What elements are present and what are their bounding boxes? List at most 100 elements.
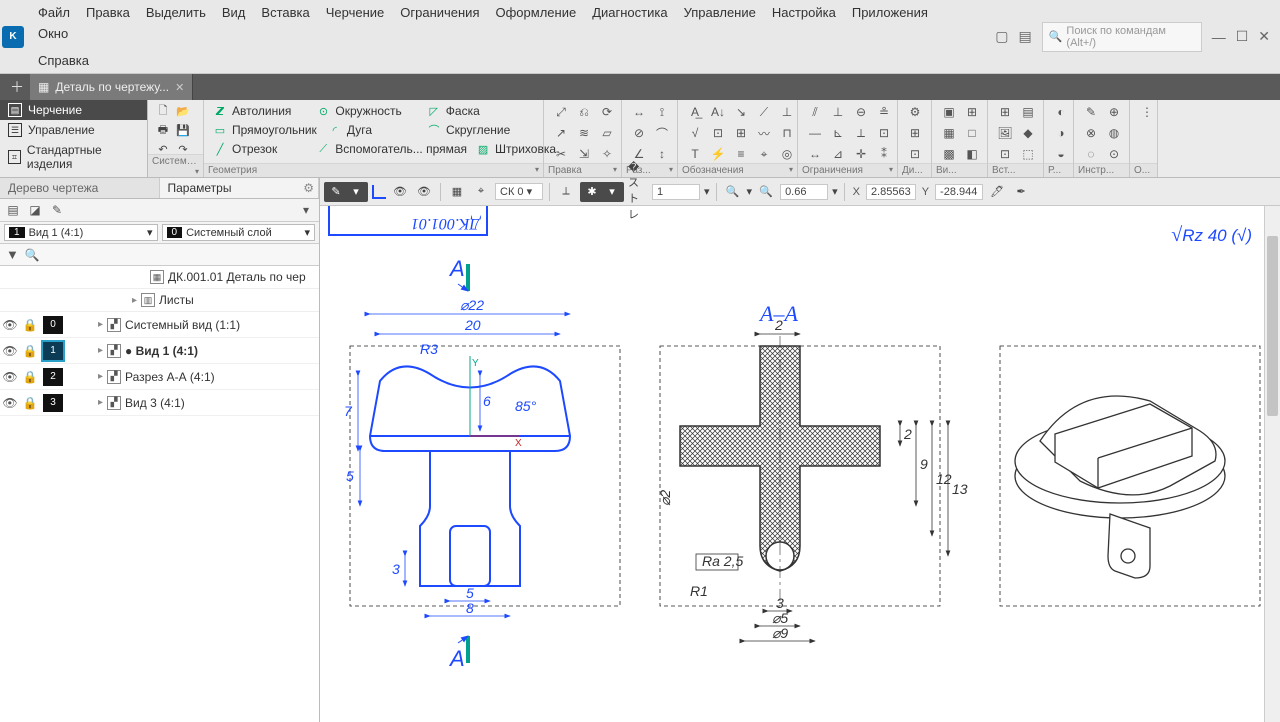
tool-icon[interactable]: ⊗ xyxy=(1080,123,1102,143)
layout2-icon[interactable]: ▤ xyxy=(1018,28,1031,45)
tool-icon[interactable]: 👁 xyxy=(390,182,410,202)
tool-icon[interactable]: ◌ xyxy=(1080,144,1102,164)
tool-icon[interactable]: 🖼 xyxy=(994,123,1016,143)
lock-icon[interactable]: 🔒 xyxy=(20,344,40,358)
tool-icon[interactable]: ≗ xyxy=(873,102,895,122)
expand-icon[interactable]: ▸ xyxy=(98,371,103,382)
expand-icon[interactable]: ▸ xyxy=(98,319,103,330)
zoom-fit-icon[interactable]: 🔍 xyxy=(723,182,743,202)
menu-help[interactable]: Справка xyxy=(30,50,97,71)
tool-icon[interactable]: ⊙ xyxy=(1103,144,1125,164)
lock-icon[interactable]: 🔒 xyxy=(20,370,40,384)
coord-system-select[interactable]: СК 0 ▾ xyxy=(495,183,543,200)
zoom-value[interactable]: 0.66 xyxy=(780,184,828,200)
tool-icon[interactable]: А↓ xyxy=(707,102,729,122)
tool-icon[interactable]: ⊡ xyxy=(873,123,895,143)
prop-icon[interactable]: ▾ xyxy=(297,201,315,219)
tool-icon[interactable]: ↔ xyxy=(804,144,826,164)
tool-icon[interactable]: ⊞ xyxy=(961,102,983,122)
tool-icon[interactable]: ⊥ xyxy=(776,102,798,122)
tool-icon[interactable]: ⋮ xyxy=(1136,102,1158,122)
tool-icon[interactable]: ◑ xyxy=(1050,123,1072,143)
menu-manage[interactable]: Управление xyxy=(676,2,764,23)
tool-icon[interactable]: ↗ xyxy=(550,123,572,143)
tool-icon[interactable]: 👁 xyxy=(414,182,434,202)
visibility-icon[interactable]: 👁 xyxy=(0,344,20,358)
grid-icon[interactable]: ▦ xyxy=(447,182,467,202)
gear-icon[interactable]: ⚙ xyxy=(303,181,314,195)
tool-icon[interactable]: ⟟ xyxy=(651,102,673,122)
menu-diagnostics[interactable]: Диагностика xyxy=(584,2,675,23)
tool-icon[interactable]: ⟂ xyxy=(850,123,872,143)
ortho-icon[interactable]: ⟂ xyxy=(556,182,576,202)
tool-icon[interactable]: ≋ xyxy=(573,123,595,143)
tree-root[interactable]: ▦ДК.001.01 Деталь по чер xyxy=(0,266,319,289)
close-button[interactable]: ✕ xyxy=(1258,28,1270,45)
tool-icon[interactable]: 〰 xyxy=(753,123,775,143)
tab-close-icon[interactable]: ✕ xyxy=(175,81,184,94)
new-file-button[interactable]: 🗋 xyxy=(154,102,172,120)
tool-icon[interactable]: А̲ xyxy=(684,102,706,122)
tool-icon[interactable]: ⁑ xyxy=(873,144,895,164)
tool-icon[interactable]: ⊕ xyxy=(1103,102,1125,122)
lock-icon[interactable]: 🔒 xyxy=(20,396,40,410)
tool-icon[interactable]: ✂ xyxy=(550,144,572,164)
drawing-canvas[interactable]: ДК.001.01 √Rz 40 (√) А xyxy=(320,206,1280,722)
tool-icon[interactable]: √ xyxy=(684,123,706,143)
tool-icon[interactable]: ⊡ xyxy=(904,144,926,164)
tool-icon[interactable]: ⟋ xyxy=(753,102,775,122)
menu-edit[interactable]: Правка xyxy=(78,2,138,23)
tool-icon[interactable]: ✎ xyxy=(1080,102,1102,122)
activity-drawing[interactable]: ▤Черчение xyxy=(0,100,147,120)
snap-mode[interactable]: ✱▾ xyxy=(580,182,624,202)
step-icon[interactable]: �ストレ xyxy=(628,182,648,202)
menu-view[interactable]: Вид xyxy=(214,2,254,23)
tool-icon[interactable]: ⇲ xyxy=(573,144,595,164)
tool-icon[interactable]: ⬚ xyxy=(1017,144,1039,164)
rect-button[interactable]: ▭Прямоугольник xyxy=(210,121,319,139)
arc-button[interactable]: ◜Дуга xyxy=(325,121,374,139)
tool-icon[interactable]: ✒ xyxy=(1011,182,1031,202)
panel-tab-params[interactable]: Параметры⚙ xyxy=(160,178,320,198)
menu-window[interactable]: Окно xyxy=(30,23,76,44)
filter-icon[interactable]: ▼ xyxy=(6,247,19,262)
tool-icon[interactable]: ↘ xyxy=(730,102,752,122)
current-layer-select[interactable]: 0Системный слой▾ xyxy=(162,224,316,241)
scrollbar-thumb[interactable] xyxy=(1267,236,1278,416)
menu-select[interactable]: Выделить xyxy=(138,2,214,23)
print-button[interactable]: 🖶 xyxy=(154,121,172,139)
menu-apps[interactable]: Приложения xyxy=(844,2,936,23)
menu-insert[interactable]: Вставка xyxy=(253,2,317,23)
panel-tab-tree[interactable]: Дерево чертежа xyxy=(0,178,160,198)
prop-icon[interactable]: ◪ xyxy=(26,201,44,219)
tool-icon[interactable]: ▤ xyxy=(1017,102,1039,122)
tool-icon[interactable]: ↔ xyxy=(628,102,650,122)
tool-icon[interactable]: □ xyxy=(961,123,983,143)
tool-icon[interactable]: ▣ xyxy=(938,102,960,122)
tool-icon[interactable]: ⊞ xyxy=(994,102,1016,122)
tool-icon[interactable]: ⫽ xyxy=(804,102,826,122)
tool-icon[interactable]: ⤢ xyxy=(550,102,572,122)
prop-icon[interactable]: ✎ xyxy=(48,201,66,219)
prop-icon[interactable]: ▤ xyxy=(4,201,22,219)
circle-button[interactable]: ⊙Окружность xyxy=(313,102,403,120)
tool-icon[interactable]: ▩ xyxy=(938,144,960,164)
maximize-button[interactable]: ☐ xyxy=(1236,28,1249,45)
chamfer-button[interactable]: ◸Фаска xyxy=(424,102,482,120)
tool-icon[interactable]: ⎌ xyxy=(573,102,595,122)
tool-icon[interactable]: ⊥ xyxy=(827,102,849,122)
menu-constraints[interactable]: Ограничения xyxy=(392,2,487,23)
tool-icon[interactable]: ⌖ xyxy=(753,144,775,164)
tree-row[interactable]: 👁 🔒 1 ▸ ▞ ● Вид 1 (4:1) xyxy=(0,338,319,364)
tool-icon[interactable]: ⌒ xyxy=(651,123,673,143)
step-value[interactable]: 1 xyxy=(652,184,700,200)
tool-icon[interactable]: ◎ xyxy=(776,144,798,164)
menu-drawing[interactable]: Черчение xyxy=(318,2,393,23)
tool-icon[interactable]: Т xyxy=(684,144,706,164)
tool-icon[interactable]: ◒ xyxy=(1050,144,1072,164)
expand-icon[interactable]: ▸ xyxy=(98,345,103,356)
tool-icon[interactable]: ⚙ xyxy=(904,102,926,122)
axis-icon[interactable]: ⌖ xyxy=(471,182,491,202)
new-tab-button[interactable]: ＋ xyxy=(4,77,30,97)
tool-icon[interactable]: ◐ xyxy=(1050,102,1072,122)
